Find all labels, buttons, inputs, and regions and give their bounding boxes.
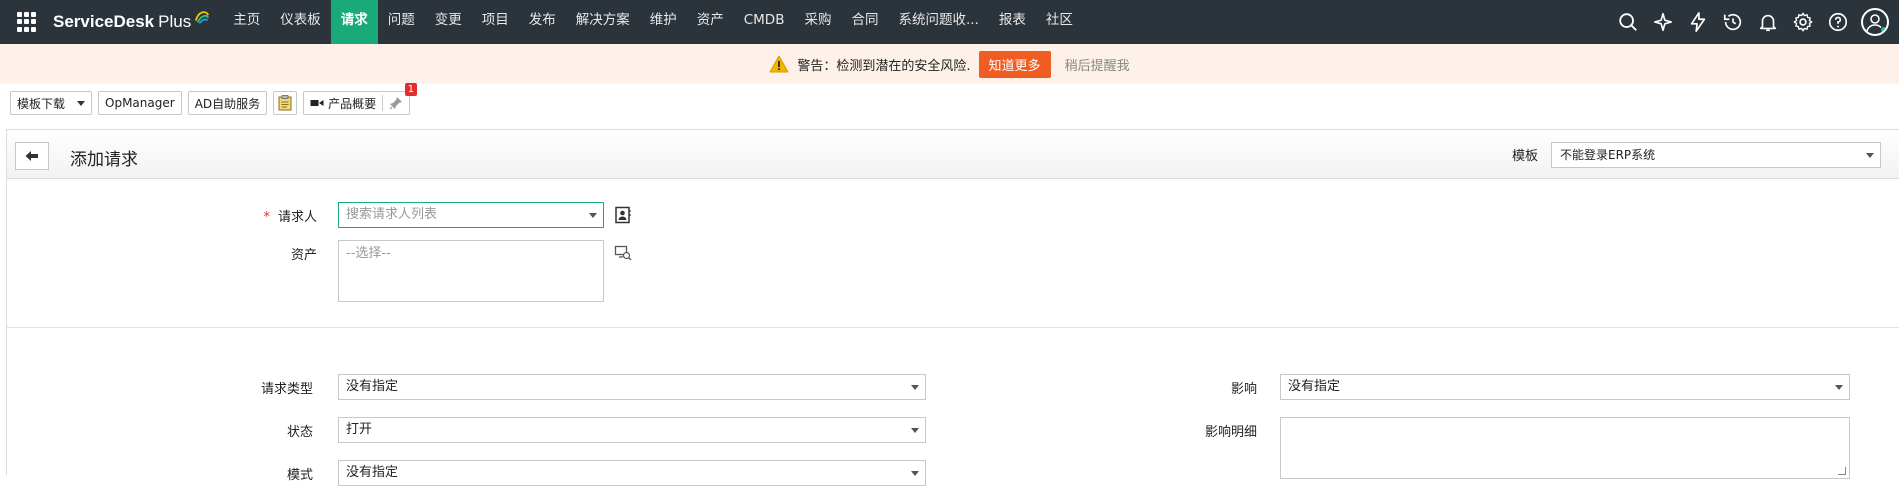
request-type-select[interactable]: 没有指定 (338, 374, 926, 400)
template-download-label: 模板下载 (17, 96, 66, 111)
required-asterisk: * (263, 210, 270, 225)
section-divider (7, 327, 1899, 328)
lightning-icon[interactable] (1680, 0, 1715, 44)
remind-later-link[interactable]: 稍后提醒我 (1065, 55, 1130, 74)
nav-item-3[interactable]: 问题 (378, 0, 425, 44)
nav-item-1[interactable]: 仪表板 (270, 0, 331, 44)
mode-label: 模式 (286, 468, 313, 483)
nav-item-10[interactable]: CMDB (734, 0, 795, 44)
nav-item-4[interactable]: 变更 (425, 0, 472, 44)
impact-details-label: 影响明细 (1204, 425, 1257, 440)
add-request-panel: 添加请求 模板 不能登录ERP系统 * 请求人 搜索请求人列表 资产 --选择--… (6, 129, 1899, 486)
asset-select[interactable]: --选择-- (338, 240, 604, 302)
clipboard-button[interactable] (273, 91, 298, 115)
avatar[interactable] (1861, 8, 1889, 36)
chevron-down-icon (77, 100, 86, 106)
sparkle-icon[interactable] (1645, 0, 1680, 44)
template-download-dropdown[interactable]: 模板下载 (10, 91, 93, 115)
requester-search-input[interactable]: 搜索请求人列表 (338, 202, 604, 228)
nav-item-0[interactable]: 主页 (223, 0, 270, 44)
search-icon[interactable] (1610, 0, 1645, 44)
nav-item-9[interactable]: 资产 (687, 0, 734, 44)
mode-value: 没有指定 (346, 465, 399, 480)
learn-more-button[interactable]: 知道更多 (978, 50, 1051, 78)
online-status-dot (1880, 26, 1887, 34)
video-camera-icon (310, 100, 324, 106)
history-icon[interactable] (1715, 0, 1750, 44)
opmanager-label: OpManager (105, 96, 175, 110)
pin-icon[interactable] (389, 96, 403, 110)
warning-icon (769, 55, 789, 73)
panel-header: 添加请求 模板 不能登录ERP系统 (7, 130, 1899, 179)
impact-details-textarea[interactable] (1280, 417, 1850, 479)
clipboard-icon (278, 95, 292, 111)
template-select[interactable]: 不能登录ERP系统 (1551, 142, 1881, 168)
toolbar-divider (382, 95, 384, 111)
resize-handle[interactable] (1838, 467, 1846, 475)
chevron-down-icon (589, 213, 597, 218)
nav-item-7[interactable]: 解决方案 (566, 0, 640, 44)
chevron-down-icon (911, 428, 919, 433)
top-navbar: ServiceDesk Plus 主页 仪表板 请求 问题 变更 项目 发布 解决方案 维护 资产… (0, 0, 1899, 44)
nav-item-2[interactable]: 请求 (330, 0, 378, 44)
status-select[interactable]: 打开 (338, 417, 926, 443)
nav-item-12[interactable]: 合同 (841, 0, 888, 44)
opmanager-button[interactable]: OpManager (98, 91, 182, 115)
product-overview-button[interactable]: 产品概要 1 (303, 83, 418, 115)
nav-item-8[interactable]: 维护 (640, 0, 687, 44)
page-title: 添加请求 (70, 150, 138, 170)
bell-icon[interactable] (1750, 0, 1785, 44)
nav-item-14[interactable]: 报表 (989, 0, 1036, 44)
status-label: 状态 (286, 425, 313, 440)
chevron-down-icon (911, 385, 919, 390)
warning-text: 警告：检测到潜在的安全风险. (797, 58, 971, 74)
brand-swoosh-icon (195, 11, 210, 24)
product-overview-label: 产品概要 (328, 96, 377, 111)
requester-placeholder: 搜索请求人列表 (346, 207, 438, 222)
impact-label: 影响 (1230, 382, 1257, 397)
gear-icon[interactable] (1785, 0, 1820, 44)
asset-placeholder: --选择-- (346, 246, 391, 261)
nav-item-15[interactable]: 社区 (1036, 0, 1083, 44)
security-warning-bar: 警告：检测到潜在的安全风险. 知道更多 稍后提醒我 (0, 44, 1899, 84)
mode-select[interactable]: 没有指定 (338, 460, 926, 486)
impact-value: 没有指定 (1288, 379, 1341, 394)
requester-label: * 请求人 (263, 210, 317, 225)
brand-name: ServiceDesk (53, 12, 155, 31)
help-icon[interactable] (1820, 0, 1855, 44)
template-label: 模板 (1512, 149, 1539, 164)
brand-logo[interactable]: ServiceDesk Plus (53, 11, 211, 32)
ad-self-service-button[interactable]: AD自助服务 (187, 91, 268, 115)
nav-right-icons (1610, 0, 1899, 44)
notification-badge: 1 (404, 83, 418, 96)
status-value: 打开 (346, 422, 373, 437)
impact-select[interactable]: 没有指定 (1280, 374, 1850, 400)
chevron-down-icon (1866, 153, 1874, 158)
nav-item-5[interactable]: 项目 (472, 0, 519, 44)
template-select-value: 不能登录ERP系统 (1560, 148, 1656, 162)
brand-plus: Plus (158, 12, 192, 31)
nav-item-6[interactable]: 发布 (519, 0, 566, 44)
request-toolbar: 模板下载 OpManager AD自助服务 产品概要 1 (0, 83, 1899, 122)
nav-item-11[interactable]: 采购 (794, 0, 841, 44)
asset-label: 资产 (290, 248, 317, 263)
nav-item-13[interactable]: 系统问题收... (888, 0, 988, 44)
ad-self-service-label: AD自助服务 (194, 96, 261, 111)
asset-lookup-icon[interactable] (614, 244, 632, 262)
request-type-value: 没有指定 (346, 379, 399, 394)
app-grid-icon[interactable] (17, 12, 37, 32)
arrow-left-icon (25, 151, 38, 161)
request-type-label: 请求类型 (260, 382, 313, 397)
chevron-down-icon (911, 471, 919, 476)
chevron-down-icon (1835, 385, 1843, 390)
contact-book-icon[interactable] (614, 206, 632, 224)
back-button[interactable] (15, 142, 49, 170)
main-nav: 主页 仪表板 请求 问题 变更 项目 发布 解决方案 维护 资产 CMDB 采购 合同 系统问题收... 报… (223, 0, 1083, 44)
